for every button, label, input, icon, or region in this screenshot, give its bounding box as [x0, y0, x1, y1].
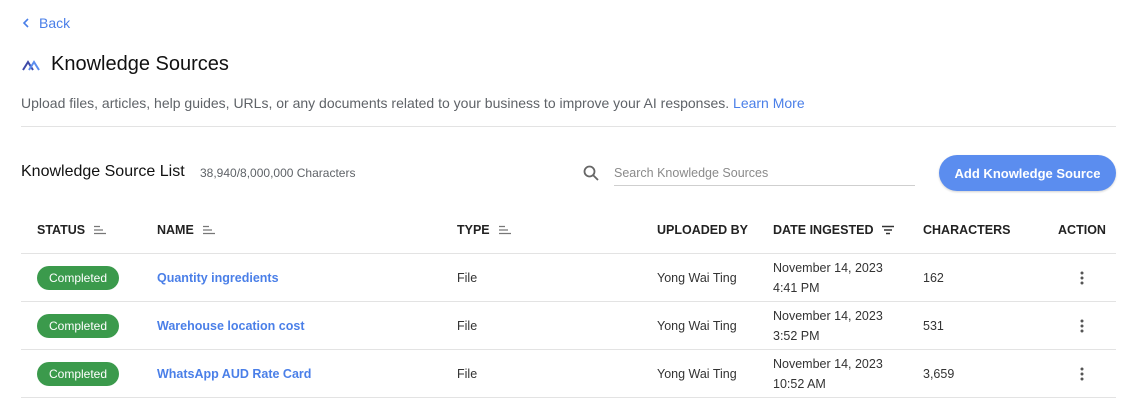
- column-name-label: NAME: [157, 223, 194, 237]
- uploaded-by: Yong Wai Ting: [657, 270, 737, 285]
- time-value: 3:52 PM: [773, 328, 820, 343]
- description-text: Upload files, articles, help guides, URL…: [21, 95, 730, 111]
- character-value: 531: [923, 318, 944, 333]
- page-title: Knowledge Sources: [51, 53, 229, 75]
- column-uploaded-by-label: UPLOADED BY: [657, 223, 748, 237]
- page-description: Upload files, articles, help guides, URL…: [21, 95, 805, 111]
- time-value: 10:52 AM: [773, 376, 826, 391]
- date-value: November 14, 2023: [773, 356, 883, 371]
- column-date-ingested[interactable]: DATE INGESTED: [773, 220, 923, 240]
- page-header: Knowledge Sources: [22, 53, 229, 76]
- column-action-label: ACTION: [1058, 223, 1106, 237]
- character-value: 3,659: [923, 366, 955, 381]
- chevron-left-icon: [22, 18, 29, 28]
- search-icon: [583, 165, 599, 181]
- date-value: November 14, 2023: [773, 308, 883, 323]
- search-input[interactable]: [614, 160, 915, 186]
- column-characters: CHARACTERS: [923, 223, 1048, 237]
- back-link[interactable]: Back: [21, 15, 70, 31]
- date-value: November 14, 2023: [773, 260, 883, 275]
- uploaded-by: Yong Wai Ting: [657, 366, 737, 381]
- character-count: 38,940/8,000,000 Characters: [200, 166, 356, 180]
- more-vertical-icon[interactable]: [1074, 270, 1090, 286]
- table-row: Completed WhatsApp AUD Rate Card File Yo…: [21, 350, 1116, 398]
- source-type: File: [457, 318, 478, 333]
- source-name-link[interactable]: Quantity ingredients: [157, 271, 279, 285]
- list-title: Knowledge Source List: [21, 163, 185, 180]
- column-type[interactable]: TYPE: [457, 223, 657, 237]
- table-row: Completed Warehouse location cost File Y…: [21, 302, 1116, 350]
- date-ingested: November 14, 2023 4:41 PM: [773, 258, 923, 298]
- uploaded-by: Yong Wai Ting: [657, 318, 737, 333]
- column-characters-label: CHARACTERS: [923, 223, 1011, 237]
- learn-more-link[interactable]: Learn More: [733, 95, 805, 111]
- column-type-label: TYPE: [457, 223, 490, 237]
- sort-icon: [498, 225, 511, 235]
- back-label: Back: [39, 15, 71, 31]
- knowledge-source-table: STATUS NAME TYPE UPLOADED BY DATE INGEST…: [21, 207, 1116, 398]
- sort-desc-icon: [882, 225, 895, 235]
- date-ingested: November 14, 2023 10:52 AM: [773, 354, 923, 394]
- table-header: STATUS NAME TYPE UPLOADED BY DATE INGEST…: [21, 207, 1116, 254]
- status-badge: Completed: [37, 313, 119, 338]
- table-row: Completed Quantity ingredients File Yong…: [21, 254, 1116, 302]
- time-value: 4:41 PM: [773, 280, 820, 295]
- sort-icon: [94, 225, 107, 235]
- add-knowledge-source-button[interactable]: Add Knowledge Source: [939, 155, 1116, 191]
- source-name-link[interactable]: WhatsApp AUD Rate Card: [157, 367, 311, 381]
- column-date-label: DATE INGESTED: [773, 223, 874, 237]
- column-name[interactable]: NAME: [157, 223, 457, 237]
- source-type: File: [457, 366, 478, 381]
- column-status[interactable]: STATUS: [21, 223, 157, 237]
- column-uploaded-by: UPLOADED BY: [657, 223, 773, 237]
- more-vertical-icon[interactable]: [1074, 366, 1090, 382]
- source-type: File: [457, 270, 478, 285]
- more-vertical-icon[interactable]: [1074, 318, 1090, 334]
- column-status-label: STATUS: [37, 223, 86, 237]
- source-name-link[interactable]: Warehouse location cost: [157, 319, 304, 333]
- character-value: 162: [923, 270, 944, 285]
- date-ingested: November 14, 2023 3:52 PM: [773, 306, 923, 346]
- status-badge: Completed: [37, 265, 119, 290]
- divider: [21, 126, 1116, 127]
- status-badge: Completed: [37, 361, 119, 386]
- column-action: ACTION: [1048, 223, 1116, 237]
- sort-icon: [202, 225, 215, 235]
- logo-icon: [22, 59, 40, 71]
